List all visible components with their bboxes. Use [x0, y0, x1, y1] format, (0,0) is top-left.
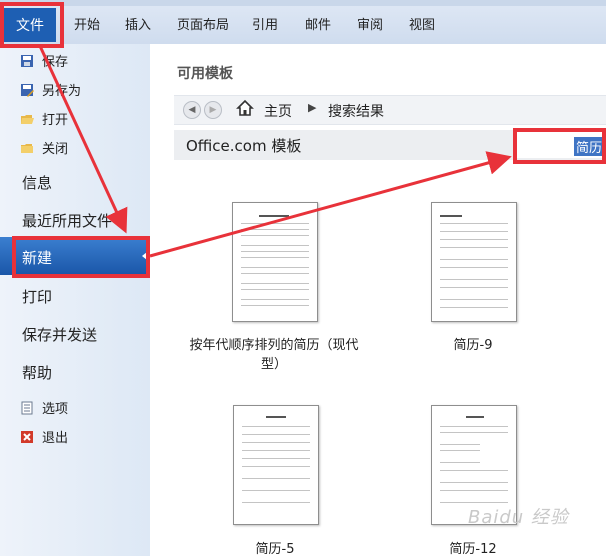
watermark: Baidu 经验	[468, 507, 569, 528]
annotation-arrows	[38, 45, 512, 258]
